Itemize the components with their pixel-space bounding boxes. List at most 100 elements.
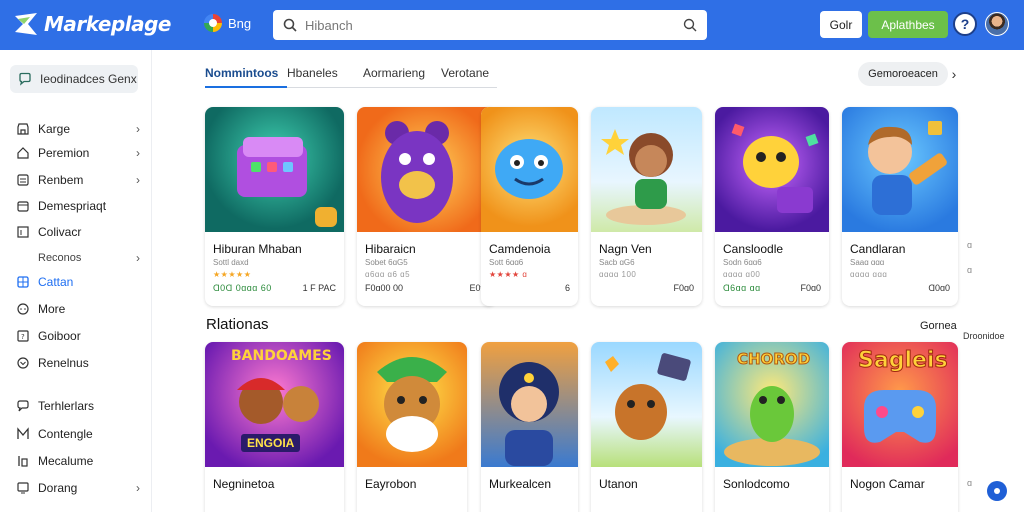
app-artwork — [715, 107, 829, 232]
chevron-right-icon: › — [136, 146, 140, 160]
avatar[interactable] — [985, 12, 1009, 36]
sidebar-item-reconos[interactable]: Reconos › — [16, 248, 140, 268]
search-engine-chip[interactable]: Bng — [204, 14, 251, 32]
chevron-right-icon: › — [136, 173, 140, 187]
sidebar-item-terhlerlars[interactable]: Terhlerlars — [16, 396, 140, 416]
sidebar-top-chip[interactable]: Ieodinadces Genx — [10, 65, 138, 93]
category-tabs: Nommintoos Hbaneles Aormarieng Verotane — [205, 64, 497, 88]
app-rating: ɑ6ɑɑ ɑ6 ɑ5 — [365, 270, 411, 279]
tab-nommintoos[interactable]: Nommintoos — [205, 64, 287, 88]
app-installs: F0ɑ00 00 — [365, 283, 404, 293]
app-card[interactable]: Candlaran Saaɑ ɑɑɑ ɑɑɑɑ ɑɑɑ Ɑ0ɑ0 — [842, 107, 958, 306]
app-title: Candlaran — [850, 242, 906, 256]
app-rating: ɑɑɑɑ ɑ00 — [723, 270, 761, 279]
chevron-right-icon[interactable]: › — [947, 64, 961, 84]
chevron-right-icon: › — [136, 122, 140, 136]
app-subtitle: Sacb ɑG6 — [599, 258, 635, 267]
app-title: Eayrobon — [365, 477, 417, 491]
sidebar-top-label: Ieodinadces Genx — [40, 72, 137, 86]
tab-verotane[interactable]: Verotane — [441, 64, 497, 88]
sidebar-item-colivacr[interactable]: Colivacr — [16, 222, 140, 242]
app-title: Hiburan Mhaban — [213, 242, 302, 256]
app-artwork — [481, 107, 578, 232]
sidebar-item-peremion[interactable]: Peremion › — [16, 143, 140, 163]
app-card[interactable]: Eayrobon — [357, 342, 467, 512]
home-icon — [16, 146, 30, 160]
sidebar-item-contengle[interactable]: Contengle — [16, 424, 140, 444]
shop-icon — [16, 122, 30, 136]
chat-icon — [16, 399, 30, 413]
floating-action-button[interactable] — [987, 481, 1007, 501]
app-card[interactable]: Hibaraicn Sobet 6ɑG5 ɑ6ɑɑ ɑ6 ɑ5 F0ɑ00 00… — [357, 107, 496, 306]
search-box — [273, 10, 707, 40]
help-button[interactable]: ? — [953, 12, 977, 36]
monitor-icon — [16, 481, 30, 495]
list-icon — [16, 173, 30, 187]
app-card[interactable]: Murkealcen — [481, 342, 578, 512]
tab-hbaneles[interactable]: Hbaneles — [287, 64, 363, 88]
app-title: Negninetoa — [213, 477, 275, 491]
app-price: 6 — [564, 283, 570, 293]
sidebar-item-goiboor[interactable]: ? Goiboor — [16, 326, 140, 346]
chat-bubble-icon — [19, 72, 31, 86]
section-title: Rlationas — [206, 316, 269, 333]
sidebar-item-karge[interactable]: Karge › — [16, 119, 140, 139]
app-rating: ɑɑɑɑ 100 — [599, 270, 637, 279]
app-card[interactable]: BANDOAMES ENGOIA Negninetoa — [205, 342, 344, 512]
app-artwork: Sagleis — [842, 342, 958, 467]
sidebar-item-renelnus[interactable]: Renelnus — [16, 353, 140, 373]
document-icon: ? — [16, 329, 30, 343]
tab-aormarieng[interactable]: Aormarieng — [363, 64, 441, 88]
app-card[interactable]: Sagleis Nogon Camar — [842, 342, 958, 512]
app-title: Nagn Ven — [599, 242, 652, 256]
app-subtitle: Sott 6ɑɑ6 — [489, 258, 524, 267]
sidebar-item-renbem[interactable]: Renbem › — [16, 170, 140, 190]
chevron-right-icon: › — [136, 251, 140, 265]
app-title: Camdenoia — [489, 242, 551, 256]
app-title: Nogon Camar — [850, 477, 925, 491]
app-card[interactable]: CHOROD Sonlodcomo — [715, 342, 829, 512]
app-rating: ★★★★★ — [213, 270, 252, 279]
gold-button[interactable]: Golr — [820, 11, 862, 38]
app-title: Cansloodle — [723, 242, 784, 256]
section-see-all-link[interactable]: Gornea — [920, 320, 957, 332]
svg-text:?: ? — [21, 333, 25, 341]
side-tick: ɑ — [967, 478, 973, 488]
search-icon — [283, 18, 297, 32]
recommend-button[interactable]: Gemoroeacen — [858, 62, 948, 86]
app-subtitle: Sottl daxd — [213, 258, 249, 267]
search-submit-icon[interactable] — [683, 18, 697, 32]
side-note: Droonidoe — [963, 331, 1005, 341]
app-card[interactable]: Camdenoia Sott 6ɑɑ6 ★★★★ ɑ 6 — [481, 107, 578, 306]
box-icon — [16, 225, 30, 239]
sidebar-item-cattan[interactable]: Cattan — [16, 272, 140, 292]
sidebar-item-dorang[interactable]: Dorang › — [16, 478, 140, 498]
app-price: F0ɑ0 — [800, 283, 821, 293]
brand-logo[interactable]: Markeplage — [12, 10, 171, 38]
app-card[interactable]: Hiburan Mhaban Sottl daxd ★★★★★ Ɑ0Ɑ 0ɑɑɑ… — [205, 107, 344, 306]
sidebar-item-mecalume[interactable]: Mecalume — [16, 451, 140, 471]
chevron-right-icon: › — [136, 481, 140, 495]
chevron-circle-icon — [16, 356, 30, 370]
app-card[interactable]: Nagn Ven Sacb ɑG6 ɑɑɑɑ 100 F0ɑ0 — [591, 107, 702, 306]
sidebar-item-demespriaqt[interactable]: Demespriaqt — [16, 196, 140, 216]
brand-name: Markeplage — [44, 12, 171, 36]
side-tick: ɑ — [967, 265, 973, 275]
search-input[interactable] — [305, 17, 675, 33]
app-rating: ★★★★ ɑ — [489, 270, 528, 279]
sidebar-item-more[interactable]: More — [16, 299, 140, 319]
app-installs: Ɑ0Ɑ 0ɑɑɑ 60 — [213, 283, 272, 293]
side-tick: ɑ — [967, 240, 973, 250]
app-subtitle: Saaɑ ɑɑɑ — [850, 258, 885, 267]
app-price: Ɑ0ɑ0 — [928, 283, 950, 293]
calendar-icon — [16, 199, 30, 213]
apps-button[interactable]: Aplathbes — [868, 11, 948, 38]
grid-icon — [16, 275, 30, 289]
app-title: Utanon — [599, 477, 638, 491]
app-card[interactable]: Utanon — [591, 342, 702, 512]
app-card[interactable]: Cansloodle Sodn 6ɑɑ6 ɑɑɑɑ ɑ00 Ɑ6ɑɑ ɑɑ F0ɑ… — [715, 107, 829, 306]
app-artwork: CHOROD — [715, 342, 829, 467]
app-artwork — [357, 342, 467, 467]
app-artwork: BANDOAMES ENGOIA — [205, 342, 344, 467]
app-artwork — [591, 107, 702, 232]
